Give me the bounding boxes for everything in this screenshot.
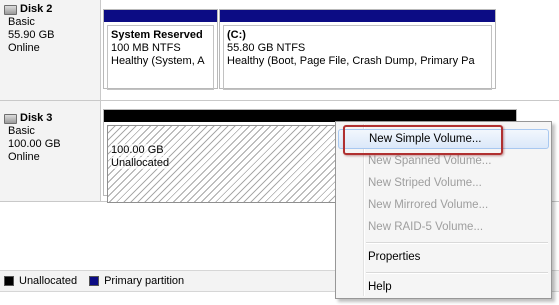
menu-item-label: Help [368,281,392,293]
legend-label: Unallocated [19,275,78,287]
legend-item-primary: Primary partition [89,275,184,287]
volume-size-fs: 100 MB NTFS [111,42,181,54]
disk-name: Disk 3 [20,112,53,124]
menu-item-properties[interactable]: Properties [368,247,549,267]
disk-2-volumes: System Reserved 100 MB NTFS Healthy (Sys… [101,0,559,101]
menu-separator [366,242,548,244]
menu-item-new-striped-volume[interactable]: New Striped Volume... [368,173,549,193]
menu-item-help[interactable]: Help [368,277,549,297]
menu-item-label: New Mirrored Volume... [368,199,489,211]
menu-item-label: New Spanned Volume... [368,155,492,167]
disk-status: Online [8,151,40,163]
menu-item-new-mirrored-volume[interactable]: New Mirrored Volume... [368,195,549,215]
disk-type: Basic [8,16,35,28]
unallocated-state: Unallocated [111,157,170,169]
disk-icon [4,113,17,124]
menu-item-label: New Striped Volume... [368,177,482,189]
menu-item-new-raid5-volume[interactable]: New RAID-5 Volume... [368,217,549,237]
disk-type: Basic [8,125,35,137]
disk-name: Disk 2 [20,3,53,15]
highlight-callout [343,125,503,155]
menu-item-label: Properties [368,251,421,263]
volume-system-reserved[interactable]: System Reserved 100 MB NTFS Healthy (Sys… [103,9,218,90]
primary-partition-bar [104,10,217,22]
menu-item-label: New RAID-5 Volume... [368,221,484,233]
unallocated-size: 100.00 GB [111,144,164,156]
volume-name: System Reserved [111,29,203,41]
primary-partition-bar [220,10,495,22]
legend-label: Primary partition [104,275,185,287]
menu-separator [366,272,548,274]
disk-2-label[interactable]: Disk 2 Basic 55.90 GB Online [0,0,101,101]
disk-size: 100.00 GB [8,138,61,150]
volume-c[interactable]: (C:) 55.80 GB NTFS Healthy (Boot, Page F… [219,9,496,90]
disk-size: 55.90 GB [8,29,55,41]
disk-icon [4,4,17,15]
primary-partition-swatch [89,276,100,286]
unallocated-swatch [4,276,14,286]
disk-status: Online [8,42,40,54]
disk-3-label[interactable]: Disk 3 Basic 100.00 GB Online [0,101,101,202]
volume-name: (C:) [227,29,246,41]
legend-item-unallocated: Unallocated [4,275,77,287]
volume-status: Healthy (Boot, Page File, Crash Dump, Pr… [227,55,475,67]
volume-status: Healthy (System, A [111,55,205,67]
volume-size-fs: 55.80 GB NTFS [227,42,306,54]
